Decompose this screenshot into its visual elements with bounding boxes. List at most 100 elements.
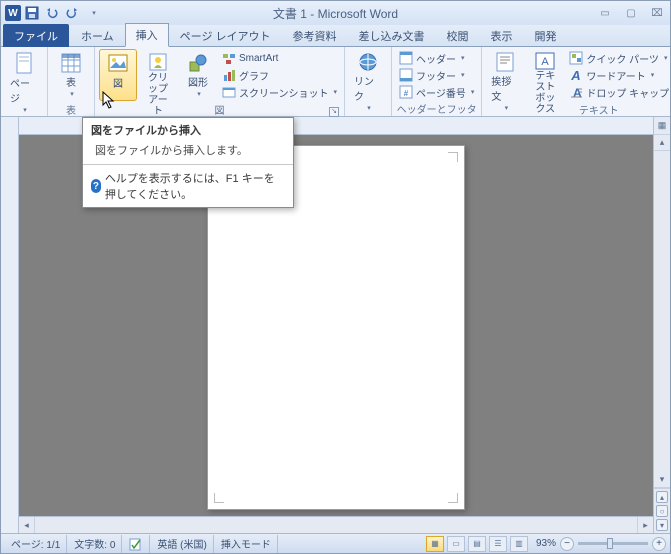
wordart-icon: A [569,68,583,82]
minimize-icon[interactable]: ▭ [596,8,614,19]
table-button[interactable]: 表▾ [52,49,90,101]
illustrations-launcher[interactable]: ↘ [329,107,339,117]
titlebar: W ▾ 文書 1 - Microsoft Word ▭ ▢ ⌧ [1,1,670,25]
tab-view[interactable]: 表示 [480,24,524,47]
pagenum-icon: # [399,85,413,99]
status-words[interactable]: 文字数: 0 [68,535,122,553]
smartart-icon [222,51,236,65]
shapes-button[interactable]: 図形▾ [179,49,217,101]
scroll-up-icon[interactable]: ▴ [654,135,670,151]
undo-icon[interactable] [43,4,61,22]
browse-object-icon[interactable]: ○ [656,505,668,517]
close-icon[interactable]: ⌧ [648,8,666,19]
document-title: 文書 1 - Microsoft Word [273,5,398,22]
svg-text:#: # [404,89,409,98]
footer-button[interactable]: フッター▾ [396,67,477,83]
ribbon: ページ▾ 表▾ 表 図 クリップ アー [1,47,670,117]
view-full-screen[interactable]: ▭ [447,536,465,552]
link-icon [357,52,379,72]
view-print-layout[interactable]: ▦ [426,536,444,552]
status-proofing[interactable] [123,535,150,553]
links-button[interactable]: リンク▾ [349,49,387,101]
view-outline[interactable]: ☰ [489,536,507,552]
pagenum-button[interactable]: #ページ番号▾ [396,84,477,100]
aisatsu-icon [494,52,516,72]
wordart-button[interactable]: Aワードアート▾ [566,67,671,83]
page-icon [13,52,35,74]
shapes-icon [187,52,209,73]
textbox-button[interactable]: A テキスト ボックス▾ [526,49,564,101]
dropcap-icon: A [569,85,583,99]
group-label-text: テキスト [486,101,671,118]
tab-home[interactable]: ホーム [70,24,125,47]
zoom-value[interactable]: 93% [536,538,556,549]
header-button[interactable]: ヘッダー▾ [396,50,477,66]
tab-insert[interactable]: 挿入 [125,23,169,47]
table-icon [60,52,82,73]
dropcap-button[interactable]: Aドロップ キャップ▾ [566,84,671,100]
redo-icon[interactable] [63,4,81,22]
chart-button[interactable]: グラフ [219,67,340,83]
quickparts-button[interactable]: クイック パーツ▾ [566,50,671,66]
ribbon-tabs: ファイル ホーム 挿入 ページ レイアウト 参考資料 差し込み文書 校閲 表示 … [1,25,670,47]
help-icon: ? [91,179,101,193]
pages-button[interactable]: ページ▾ [5,49,43,101]
zoom-out-button[interactable]: − [560,537,574,551]
header-icon [399,51,413,65]
status-page[interactable]: ページ: 1/1 [5,535,67,553]
textbox-icon: A [534,52,556,70]
svg-text:A: A [571,68,581,82]
tooltip-help: ? ヘルプを表示するには、F1 キーを押してください。 [83,165,293,207]
group-label-tables: 表 [52,101,90,118]
group-links: リンク▾ [345,47,392,116]
group-headerfooter: ヘッダー▾ フッター▾ #ページ番号▾ ヘッダーとフッター [392,47,482,116]
clipart-button[interactable]: クリップ アート [139,49,177,101]
tab-page-layout[interactable]: ページ レイアウト [169,24,282,47]
picture-button[interactable]: 図 [99,49,137,101]
group-label-illustrations: 図↘ [99,101,340,118]
tab-developer[interactable]: 開発 [524,24,568,47]
qat-customize-icon[interactable]: ▾ [85,4,103,22]
smartart-button[interactable]: SmartArt [219,50,340,66]
svg-text:A: A [542,56,550,68]
chart-icon [222,68,236,82]
group-text: 挨拶文▾ A テキスト ボックス▾ クイック パーツ▾ Aワードアート▾ Aドロ… [482,47,671,116]
next-page-icon[interactable]: ▾ [656,519,668,531]
group-illustrations: 図 クリップ アート 図形▾ SmartArt グラフ スクリーンショット▾ 図… [95,47,345,116]
scroll-right-icon[interactable]: ▸ [637,517,653,533]
word-app-icon[interactable]: W [5,5,21,21]
aisatsu-button[interactable]: 挨拶文▾ [486,49,524,101]
tab-review[interactable]: 校閲 [436,24,480,47]
picture-tooltip: 図をファイルから挿入 図をファイルから挿入します。 ? ヘルプを表示するには、F… [82,117,294,208]
tab-file[interactable]: ファイル [3,24,69,47]
view-draft[interactable]: ▥ [510,536,528,552]
prev-page-icon[interactable]: ▴ [656,491,668,503]
tooltip-body: 図をファイルから挿入します。 [83,140,293,164]
footer-icon [399,68,413,82]
vertical-ruler[interactable] [1,117,19,533]
group-label-pages [5,103,43,116]
save-icon[interactable] [23,4,41,22]
scroll-down-icon[interactable]: ▾ [654,472,670,488]
proofing-icon [129,537,143,551]
tab-mailings[interactable]: 差し込み文書 [348,24,436,47]
horizontal-scrollbar[interactable]: ◂ ▸ [19,516,653,533]
scroll-left-icon[interactable]: ◂ [19,517,35,533]
zoom-slider[interactable] [578,542,648,545]
tab-references[interactable]: 参考資料 [282,24,348,47]
zoom-in-button[interactable]: + [652,537,666,551]
tooltip-title: 図をファイルから挿入 [83,118,293,140]
group-tables: 表▾ 表 [48,47,95,116]
vertical-scrollbar[interactable]: ▦ ▴ ▾ ▴ ○ ▾ [653,117,670,533]
quickparts-icon [569,51,583,65]
screenshot-button[interactable]: スクリーンショット▾ [219,84,340,100]
picture-icon [107,52,129,74]
maximize-icon[interactable]: ▢ [622,8,640,19]
view-web-layout[interactable]: ▤ [468,536,486,552]
screenshot-icon [222,85,236,99]
status-lang[interactable]: 英語 (米国) [151,535,213,553]
clipart-icon [147,52,169,72]
ruler-toggle-icon[interactable]: ▦ [654,117,670,135]
group-pages: ページ▾ [1,47,48,116]
status-mode[interactable]: 挿入モード [215,535,278,553]
